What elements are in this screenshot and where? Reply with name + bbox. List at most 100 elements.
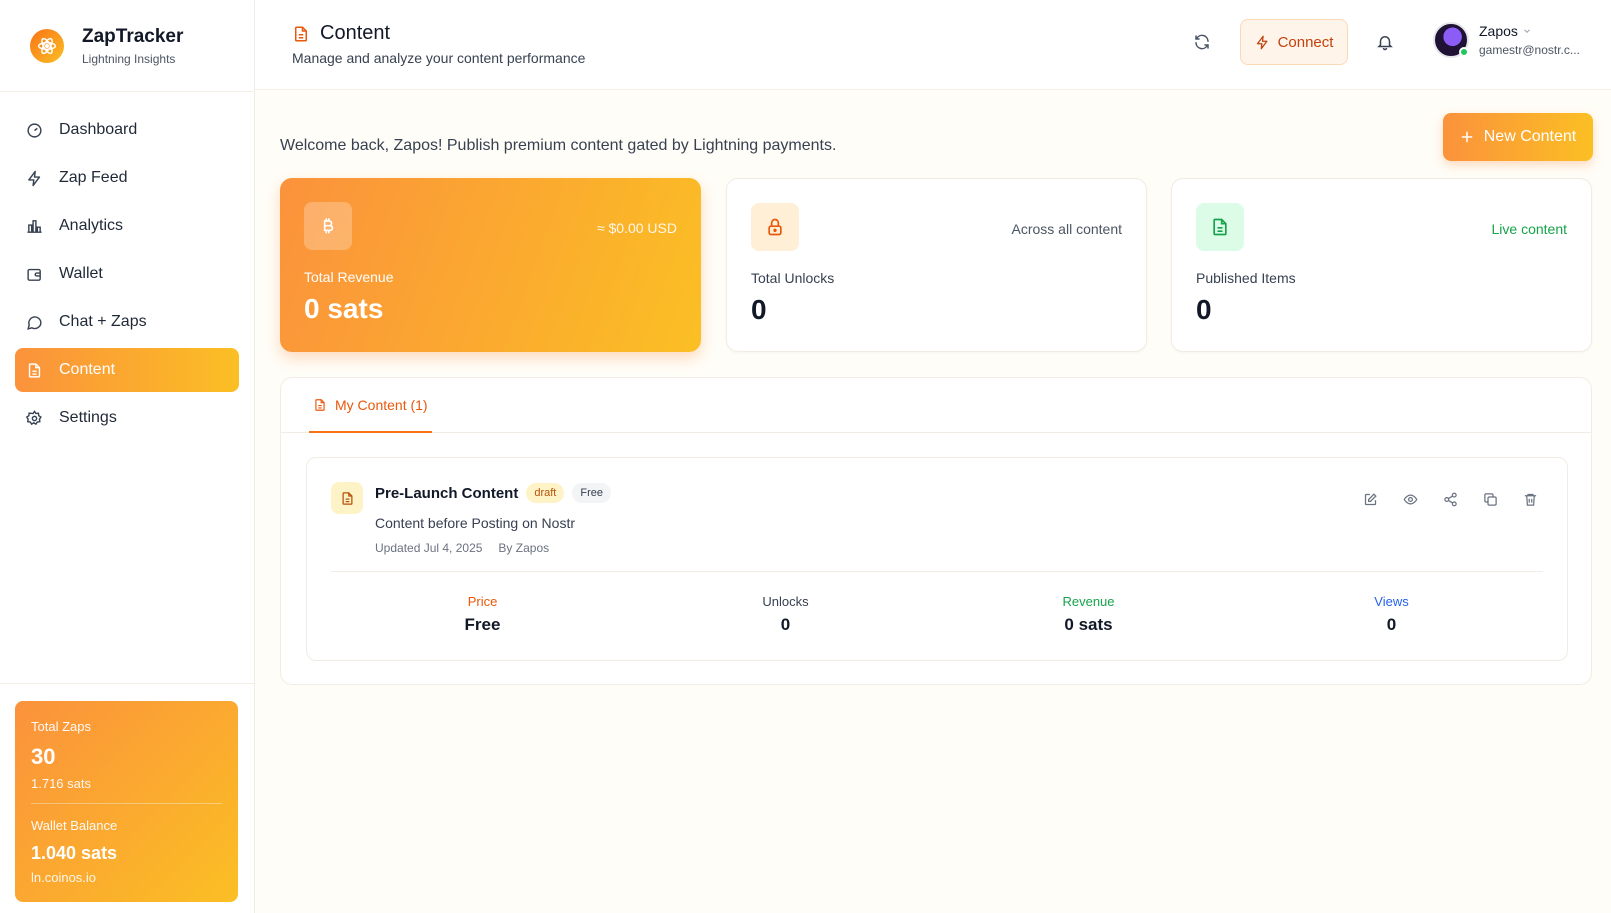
price-badge: Free	[572, 483, 611, 503]
new-content-label: New Content	[1483, 128, 1577, 145]
total-revenue-card: ≈ $0.00 USD Total Revenue 0 sats	[280, 178, 701, 352]
document-icon	[292, 25, 310, 43]
edit-icon	[1364, 492, 1377, 505]
sidebar-item-dashboard[interactable]: Dashboard	[15, 108, 239, 152]
edit-button[interactable]	[1361, 490, 1379, 508]
duplicate-button[interactable]	[1481, 490, 1499, 508]
brand-title: ZapTracker	[82, 25, 184, 47]
sidebar-item-wallet[interactable]: Wallet	[15, 252, 239, 296]
metric-label: Unlocks	[762, 594, 809, 609]
wallet-balance-label: Wallet Balance	[31, 818, 118, 833]
eye-icon	[1403, 493, 1417, 505]
zap-icon	[25, 169, 43, 187]
document-icon	[25, 361, 43, 379]
sidebar-item-label: Dashboard	[59, 121, 138, 138]
sidebar-item-label: Chat + Zaps	[59, 313, 147, 330]
user-name: Zapos	[1479, 23, 1580, 39]
connect-label: Connect	[1277, 33, 1334, 51]
sidebar-footer: Total Zaps 30 1.716 sats Wallet Balance …	[0, 683, 254, 913]
plus-icon	[1461, 131, 1473, 143]
published-items-label: Published Items	[1196, 270, 1296, 286]
updated-date: Updated Jul 4, 2025	[375, 541, 483, 555]
wallet-balance-value: 1.040 sats	[31, 843, 118, 863]
published-items-value: 0	[1196, 294, 1212, 325]
content-panel: My Content (1) Pre-Launch Content draft …	[280, 377, 1592, 685]
unlocks-note: Across all content	[1011, 221, 1123, 237]
notifications-button[interactable]	[1373, 30, 1397, 54]
page-title: Content	[292, 22, 390, 45]
document-icon	[1196, 203, 1244, 251]
published-note: Live content	[1491, 221, 1568, 237]
document-icon	[315, 398, 325, 411]
metric-label: Views	[1374, 594, 1409, 609]
sidebar-stats-card: Total Zaps 30 1.716 sats Wallet Balance …	[15, 701, 238, 902]
total-unlocks-value: 0	[751, 294, 767, 325]
tab-label: My Content (1)	[335, 396, 428, 413]
sidebar-item-settings[interactable]: Settings	[15, 396, 239, 440]
sidebar: ZapTracker Lightning Insights Dashboard …	[0, 0, 255, 913]
metric-revenue: Revenue 0 sats	[937, 594, 1240, 635]
sidebar-nav: Dashboard Zap Feed Analytics Wallet Chat…	[0, 92, 254, 440]
brand[interactable]: ZapTracker Lightning Insights	[0, 0, 254, 92]
total-zaps-value: 30	[31, 744, 56, 769]
copy-icon	[1483, 492, 1497, 506]
author: By Zapos	[498, 541, 550, 555]
sidebar-item-label: Content	[59, 361, 116, 378]
page-subtitle: Manage and analyze your content performa…	[292, 50, 586, 66]
delete-button[interactable]	[1521, 490, 1539, 508]
user-name-text: Zapos	[1479, 23, 1518, 39]
chat-icon	[25, 313, 43, 331]
total-revenue-value: 0 sats	[304, 293, 384, 324]
metric-value: 0	[1386, 615, 1397, 634]
connect-button[interactable]: Connect	[1240, 19, 1348, 65]
sidebar-item-analytics[interactable]: Analytics	[15, 204, 239, 248]
metric-unlocks: Unlocks 0	[634, 594, 937, 635]
metric-label: Revenue	[1062, 594, 1115, 609]
sidebar-item-chat-zaps[interactable]: Chat + Zaps	[15, 300, 239, 344]
total-unlocks-card: Across all content Total Unlocks 0	[726, 178, 1147, 352]
content-item-meta: Updated Jul 4, 2025 By Zapos	[375, 541, 549, 555]
refresh-button[interactable]	[1190, 30, 1214, 54]
refresh-icon	[1195, 34, 1209, 50]
dashboard-icon	[25, 121, 43, 139]
sidebar-item-content[interactable]: Content	[15, 348, 239, 392]
brand-subtitle: Lightning Insights	[82, 51, 176, 66]
user-menu[interactable]: Zapos gamestr@nostr.c...	[1433, 22, 1580, 58]
zap-icon	[1256, 35, 1268, 49]
published-items-card: Live content Published Items 0	[1171, 178, 1592, 352]
content-item-divider	[331, 571, 1543, 572]
metric-label: Price	[467, 594, 498, 609]
top-header: Content Manage and analyze your content …	[255, 0, 1611, 90]
atom-logo-icon	[30, 28, 64, 63]
document-icon	[331, 482, 363, 514]
content-tabs: My Content (1)	[281, 378, 1591, 433]
metric-views: Views 0	[1240, 594, 1543, 635]
online-status-dot	[1459, 47, 1469, 57]
gear-icon	[25, 409, 43, 427]
sidebar-item-zap-feed[interactable]: Zap Feed	[15, 156, 239, 200]
bell-icon	[1377, 36, 1393, 51]
bitcoin-icon	[304, 202, 352, 250]
total-zaps-label: Total Zaps	[31, 719, 91, 734]
chevron-down-icon	[1524, 29, 1530, 33]
content-item-title: Pre-Launch Content	[375, 484, 519, 502]
avatar	[1433, 22, 1469, 58]
wallet-icon	[25, 265, 43, 283]
content-item-description: Content before Posting on Nostr	[375, 515, 576, 531]
metric-price: Price Free	[331, 594, 634, 635]
revenue-usd-note: ≈ $0.00 USD	[596, 220, 677, 236]
content-item-metrics: Price Free Unlocks 0 Revenue 0 sats View…	[331, 594, 1543, 635]
total-revenue-label: Total Revenue	[304, 269, 394, 285]
tab-my-content[interactable]: My Content (1)	[309, 378, 432, 433]
status-badge: draft	[526, 483, 565, 503]
total-unlocks-label: Total Unlocks	[751, 270, 835, 286]
share-button[interactable]	[1441, 490, 1459, 508]
content-item[interactable]: Pre-Launch Content draft Free Content be…	[306, 457, 1568, 661]
metric-value: Free	[464, 615, 501, 634]
metric-value: 0 sats	[1064, 615, 1113, 634]
user-email: gamestr@nostr.c...	[1479, 43, 1580, 57]
preview-button[interactable]	[1401, 490, 1419, 508]
lock-icon	[751, 203, 799, 251]
new-content-button[interactable]: New Content	[1443, 113, 1593, 161]
total-zaps-sats: 1.716 sats	[31, 776, 91, 791]
